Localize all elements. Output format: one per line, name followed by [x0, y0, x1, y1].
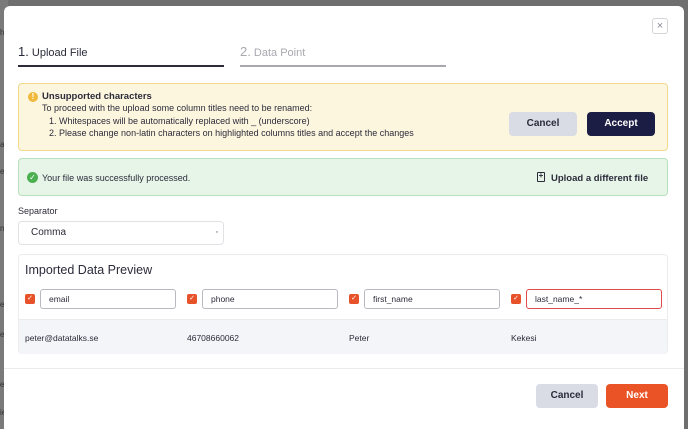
column-name-input[interactable]: email — [40, 289, 176, 309]
alert-title: Unsupported characters — [42, 91, 152, 102]
step-data-point[interactable]: 2. Data Point — [240, 44, 446, 67]
upload-different-file-button[interactable]: Upload a different file — [537, 171, 649, 184]
success-alert: ✓ Your file was successfully processed. … — [18, 158, 668, 196]
column-name-input[interactable]: first_name — [364, 289, 500, 309]
stepper: 1. Upload File 2. Data Point — [18, 44, 446, 67]
column-name-input[interactable]: phone — [202, 289, 338, 309]
alert-cancel-button[interactable]: Cancel — [509, 112, 577, 136]
cancel-button[interactable]: Cancel — [536, 384, 598, 408]
accept-button[interactable]: Accept — [587, 112, 655, 136]
unsupported-characters-alert: ! Unsupported characters To proceed with… — [18, 83, 668, 151]
step-label: Data Point — [253, 47, 306, 59]
column-checkbox[interactable]: ✓ — [349, 294, 359, 304]
separator-value: Comma — [31, 227, 67, 238]
alert-list: 1. Whitespaces will be automatically rep… — [49, 115, 414, 139]
file-add-icon — [537, 171, 545, 182]
table-row: peter@datatalks.se 46708660062 Peter Kek… — [19, 319, 667, 354]
separator-label: Separator — [18, 206, 58, 216]
footer-divider — [4, 368, 684, 369]
table-cell: 46708660062 — [187, 333, 240, 343]
imported-data-preview: Imported Data Preview ✓ email ✓ phone ✓ … — [18, 254, 668, 354]
import-modal: × 1. Upload File 2. Data Point ! Unsuppo… — [4, 6, 684, 429]
column-name-input-invalid[interactable]: last_name_* — [526, 289, 662, 309]
check-circle-icon: ✓ — [27, 172, 38, 183]
next-button[interactable]: Next — [606, 384, 668, 408]
close-icon[interactable]: × — [652, 18, 668, 34]
upload-label: Upload a different file — [551, 173, 649, 184]
preview-title: Imported Data Preview — [25, 263, 153, 277]
table-cell: peter@datatalks.se — [25, 333, 99, 343]
success-message: Your file was successfully processed. — [42, 173, 191, 183]
column-checkbox[interactable]: ✓ — [25, 294, 35, 304]
table-cell: Peter — [349, 333, 370, 343]
table-cell: Kekesi — [511, 333, 537, 343]
step-number: 2. — [240, 44, 251, 59]
warning-icon: ! — [28, 92, 38, 102]
step-upload-file[interactable]: 1. Upload File — [18, 44, 224, 67]
chevron-down-icon: ▫ — [215, 229, 218, 236]
alert-description: To proceed with the upload some column t… — [42, 103, 313, 113]
separator-select[interactable]: Comma ▫ — [18, 221, 224, 245]
column-checkbox[interactable]: ✓ — [187, 294, 197, 304]
alert-list-item: 1. Whitespaces will be automatically rep… — [49, 116, 310, 126]
step-number: 1. — [18, 44, 29, 59]
alert-list-item: 2. Please change non-latin characters on… — [49, 128, 414, 138]
step-label: Upload File — [31, 47, 88, 59]
column-checkbox[interactable]: ✓ — [511, 294, 521, 304]
